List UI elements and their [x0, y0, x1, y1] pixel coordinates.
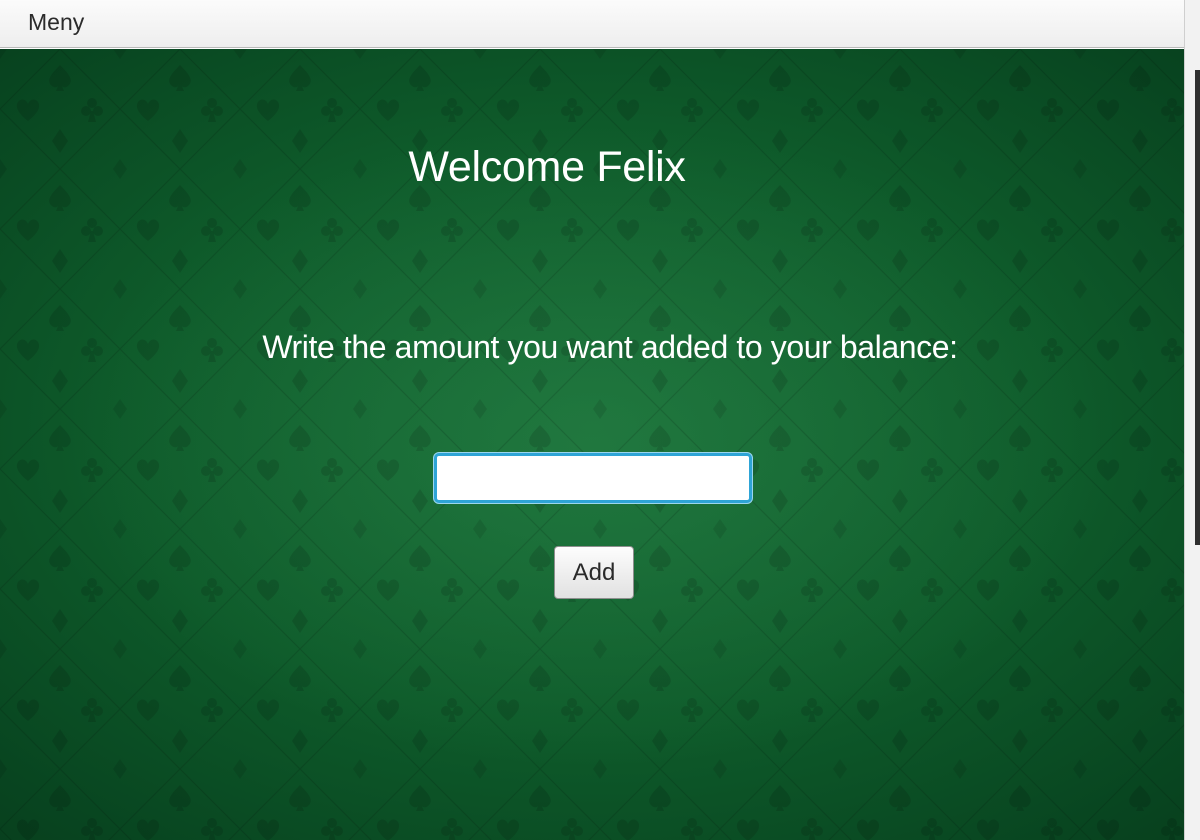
- add-button[interactable]: Add: [554, 546, 634, 599]
- background-window-edge: [1184, 0, 1200, 840]
- menu-bar: Meny: [0, 0, 1184, 48]
- amount-input[interactable]: [434, 453, 752, 503]
- welcome-title: Welcome Felix: [408, 143, 686, 191]
- side-divider: [1195, 70, 1200, 545]
- menu-meny[interactable]: Meny: [18, 7, 94, 38]
- app-window: Meny Welcome Felix Write the amount you …: [0, 0, 1184, 840]
- felt-background: Welcome Felix Write the amount you want …: [0, 49, 1184, 840]
- balance-instruction: Write the amount you want added to your …: [262, 329, 958, 365]
